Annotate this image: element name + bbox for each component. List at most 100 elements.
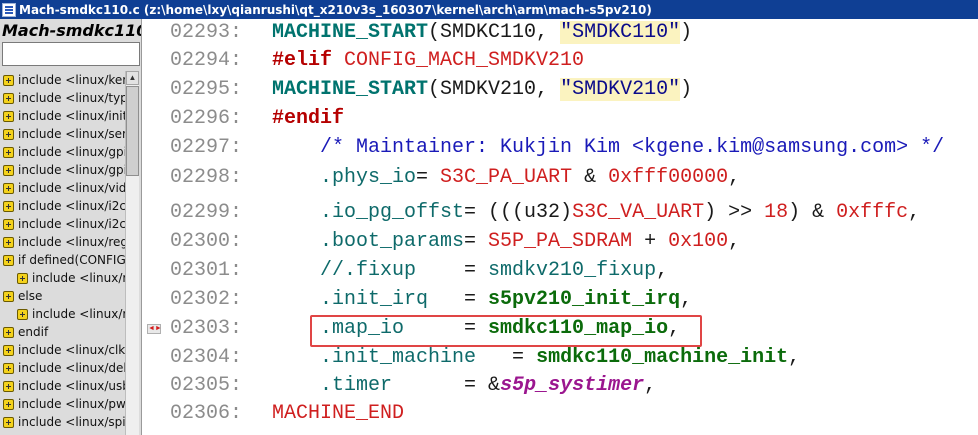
- code-token: =: [416, 166, 441, 189]
- code-token: .phys_io: [272, 166, 417, 189]
- symbol-list-item[interactable]: include <linux/vid: [3, 179, 125, 197]
- code-token: ,: [728, 166, 741, 189]
- symbol-icon: [17, 272, 28, 284]
- symbol-icon: [3, 362, 14, 374]
- scroll-up-arrow-icon[interactable]: ▲: [126, 71, 139, 85]
- code-line[interactable]: 02296: #endif: [170, 105, 978, 133]
- code-token: 0x100: [668, 230, 729, 253]
- symbol-list-item[interactable]: include <linux/gpi: [3, 161, 125, 179]
- code-editor[interactable]: 02293: MACHINE_START(SMDKC110, "SMDKC110"…: [170, 19, 978, 435]
- symbol-label: include <linux/ker: [18, 73, 125, 87]
- symbol-list-item[interactable]: include <linux/usb: [3, 377, 125, 395]
- code-line[interactable]: 02294: #elif CONFIG_MACH_SMDKV210: [170, 47, 978, 75]
- symbol-icon: [17, 308, 28, 320]
- line-number: 02297:: [170, 136, 243, 159]
- code-token: ) &: [788, 201, 837, 224]
- symbol-list-item[interactable]: include <linux/pw: [3, 395, 125, 413]
- symbol-list: include <linux/ker include <linux/typ incl…: [3, 71, 125, 435]
- symbol-list-item[interactable]: include <linux/i2c.: [3, 197, 125, 215]
- line-number: 02302:: [170, 288, 243, 311]
- code-token: ) >>: [704, 201, 765, 224]
- symbol-list-item[interactable]: include <linux/ser: [3, 125, 125, 143]
- code-line[interactable]: 02299: .io_pg_offst= (((u32)S3C_VA_UART)…: [170, 199, 978, 227]
- code-token: (SMDKC110,: [428, 21, 561, 44]
- code-token: .boot_params: [272, 230, 465, 253]
- symbol-label: include <linux/reg: [18, 235, 125, 249]
- line-number: 02301:: [170, 259, 243, 282]
- symbol-list-item[interactable]: include <linux/gpi: [3, 143, 125, 161]
- code-token: ,: [668, 317, 681, 340]
- line-number: 02306:: [170, 402, 243, 425]
- symbol-list-item[interactable]: else: [3, 287, 125, 305]
- code-line[interactable]: 02304: .init_machine = smdkc110_machine_…: [170, 344, 978, 372]
- code-token: +: [632, 230, 669, 253]
- symbol-label: include <linux/gpi: [18, 145, 125, 159]
- symbol-filter-input[interactable]: [2, 42, 140, 66]
- code-line[interactable]: 02293: MACHINE_START(SMDKC110, "SMDKC110"…: [170, 19, 978, 47]
- symbol-list-item[interactable]: include <linux/typ: [3, 89, 125, 107]
- code-token: (SMDKV210,: [428, 78, 561, 101]
- scrollbar-thumb[interactable]: [126, 86, 139, 176]
- code-token: ,: [788, 346, 801, 369]
- symbol-label: if defined(CONFIG: [18, 253, 125, 267]
- line-number: 02294:: [170, 49, 243, 72]
- symbol-icon: [3, 164, 14, 176]
- symbol-label: include <linux/del: [18, 361, 125, 375]
- line-number: 02305:: [170, 374, 243, 397]
- editor-gutter: ◄►: [143, 19, 169, 435]
- code-token: .timer: [272, 374, 393, 397]
- symbol-label: include <linux/ser: [18, 127, 125, 141]
- symbol-list-item[interactable]: include <linux/init: [3, 107, 125, 125]
- symbol-icon: [3, 182, 14, 194]
- code-token: .init_irq: [272, 288, 429, 311]
- code-token: ): [680, 21, 693, 44]
- title-bar: Mach-smdkc110.c (z:\home\lxy\qianrushi\q…: [0, 0, 978, 19]
- symbol-list-item[interactable]: include <linux/i2c-: [3, 215, 125, 233]
- line-number: 02298:: [170, 166, 243, 189]
- symbol-list-item[interactable]: include <linux/r: [3, 269, 125, 287]
- symbol-list-item[interactable]: include <linux/spi,: [3, 413, 125, 431]
- symbol-list-item[interactable]: include <linux/r: [3, 305, 125, 323]
- symbol-icon: [3, 92, 14, 104]
- code-line[interactable]: 02298: .phys_io= S3C_PA_UART & 0xfff0000…: [170, 164, 978, 192]
- code-line[interactable]: 02297: /* Maintainer: Kukjin Kim <kgene.…: [170, 134, 978, 162]
- code-line[interactable]: 02306: MACHINE_END: [170, 400, 978, 428]
- code-token: "SMDKV210": [560, 78, 681, 101]
- symbol-list-item[interactable]: endif: [3, 323, 125, 341]
- symbol-panel-title: Mach-smdkc110.c: [2, 21, 141, 40]
- code-line[interactable]: 02300: .boot_params= S5P_PA_SDRAM + 0x10…: [170, 228, 978, 256]
- symbol-list-item[interactable]: include <linux/del: [3, 359, 125, 377]
- symbol-icon: [3, 344, 14, 356]
- code-token: =: [428, 288, 489, 311]
- code-token: S3C_PA_UART: [440, 166, 573, 189]
- code-line[interactable]: 02295: MACHINE_START(SMDKV210, "SMDKV210"…: [170, 76, 978, 104]
- code-token: ): [680, 78, 693, 101]
- symbol-icon: [3, 218, 14, 230]
- symbol-label: include <linux/init: [18, 109, 125, 123]
- code-token: //.fixup: [272, 259, 417, 282]
- symbol-icon: [3, 416, 14, 428]
- code-token: S5P_PA_SDRAM: [488, 230, 633, 253]
- symbol-list-item[interactable]: include <linux/reg: [3, 233, 125, 251]
- code-line[interactable]: 02303: .map_io = smdkc110_map_io,: [170, 315, 978, 343]
- symbol-label: else: [18, 289, 43, 303]
- code-token: 18: [764, 201, 789, 224]
- symbol-label: include <linux/clk.: [18, 343, 125, 357]
- code-token: 0xfffc: [836, 201, 909, 224]
- bookmark-marker-icon[interactable]: ◄►: [147, 324, 162, 334]
- code-token: s5pv210_init_irq: [488, 288, 681, 311]
- code-token: smdkv210_fixup: [488, 259, 657, 282]
- line-number: 02304:: [170, 346, 243, 369]
- symbol-list-scrollbar[interactable]: ▲: [125, 71, 139, 435]
- code-token: .map_io: [272, 317, 405, 340]
- symbol-list-item[interactable]: include <linux/ker: [3, 71, 125, 89]
- symbol-list-item[interactable]: if defined(CONFIG: [3, 251, 125, 269]
- code-token: .io_pg_offst: [272, 201, 465, 224]
- line-number: 02293:: [170, 21, 243, 44]
- code-line[interactable]: 02302: .init_irq = s5pv210_init_irq,: [170, 286, 978, 314]
- code-line[interactable]: 02301: //.fixup = smdkv210_fixup,: [170, 257, 978, 285]
- code-token: =: [476, 346, 537, 369]
- symbol-list-item[interactable]: include <linux/clk.: [3, 341, 125, 359]
- symbol-label: include <linux/usb: [18, 379, 125, 393]
- code-line[interactable]: 02305: .timer = &s5p_systimer,: [170, 372, 978, 400]
